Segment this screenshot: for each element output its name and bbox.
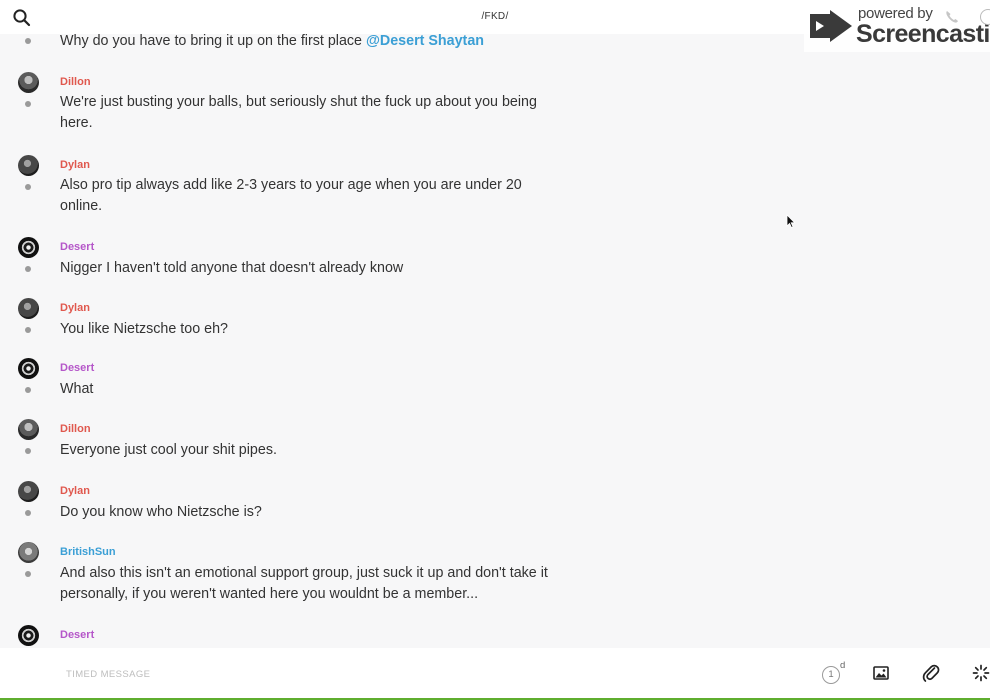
timer-button[interactable]: 1 d [822,660,846,686]
message-author[interactable]: Dylan [60,301,90,315]
mouse-cursor-icon [786,214,796,228]
paperclip-icon[interactable] [922,663,940,683]
message-author[interactable]: Dillon [60,422,91,436]
avatar[interactable] [18,419,39,440]
message-bullet-icon [25,38,31,44]
user-mention-link[interactable]: @Desert Shaytan [366,33,484,49]
message-author[interactable]: Desert [60,240,94,254]
message-text: We're just busting your balls, but serio… [60,94,537,131]
message-text-part: Why do you have to bring it up on the fi… [60,33,366,49]
message-bullet-icon [25,387,31,393]
avatar[interactable] [18,72,39,93]
message-composer: 1 d [0,648,990,700]
message-author[interactable]: Desert [60,628,94,642]
avatar[interactable] [18,298,39,319]
message-bullet-icon [25,448,31,454]
message-list[interactable]: Why do you have to bring it up on the fi… [0,31,990,648]
timer-value: 1 [822,666,840,684]
message-author[interactable]: Dylan [60,484,90,498]
message-bullet-icon [25,571,31,577]
message-text: Do you know who Nietzsche is? [60,504,262,520]
sparkle-icon[interactable] [972,664,990,682]
message-text: What [60,381,94,397]
avatar[interactable] [18,155,39,176]
timer-unit: d [840,660,846,671]
phone-icon[interactable] [944,9,960,25]
message-author[interactable]: Dillon [60,75,91,89]
info-icon[interactable] [980,9,990,25]
message-author[interactable]: BritishSun [60,545,116,559]
message-text: And also this isn't an emotional support… [60,565,548,602]
message-text: Nigger I haven't told anyone that doesn'… [60,260,404,276]
message-text: Everyone just cool your shit pipes. [60,442,277,458]
message-text: Why do you have to bring it up on the fi… [60,31,560,52]
timed-message-input[interactable] [66,665,766,683]
message-author[interactable]: Dylan [60,158,90,172]
image-icon[interactable] [873,665,889,681]
avatar[interactable] [18,481,39,502]
message-bullet-icon [25,510,31,516]
message-bullet-icon [25,266,31,272]
message-author[interactable]: Desert [60,361,94,375]
avatar[interactable] [18,542,39,563]
avatar[interactable] [18,358,39,379]
message-bullet-icon [25,184,31,190]
message-bullet-icon [25,101,31,107]
message-text: Also pro tip always add like 2-3 years t… [60,177,522,214]
message-bullet-icon [25,327,31,333]
message-text: You like Nietzsche too eh? [60,321,228,337]
avatar[interactable] [18,237,39,258]
avatar[interactable] [18,625,39,646]
